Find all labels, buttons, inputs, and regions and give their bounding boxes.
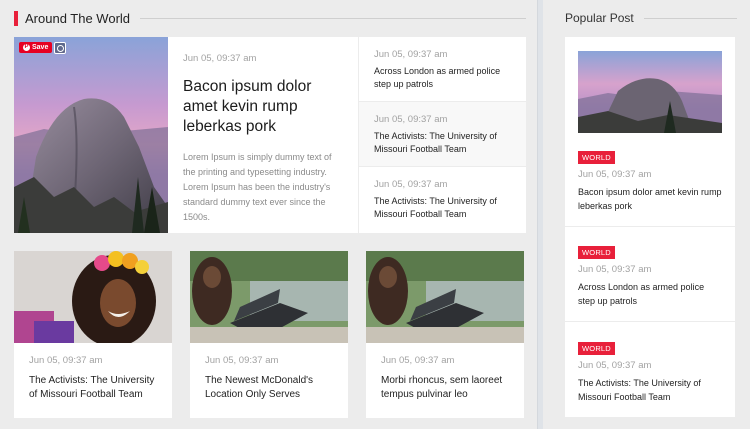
half-dome-photo [578,51,722,133]
card-title[interactable]: The Activists: The University of Missour… [29,374,157,402]
card-date: Jun 05, 09:37 am [381,355,455,366]
pinterest-icon: P [23,44,30,51]
popular-image[interactable] [578,51,722,133]
column-divider [537,0,543,429]
laptop-outdoor-photo [190,251,348,343]
article-card[interactable]: Jun 05, 09:37 am The Newest McDonald's L… [190,251,348,418]
popular-item[interactable]: WORLD Jun 05, 09:37 am Bacon ipsum dolor… [578,147,722,213]
side-article-title[interactable]: Across London as armed police step up pa… [374,65,514,91]
card-image[interactable] [14,251,172,343]
popular-post-header: Popular Post [565,9,737,27]
featured-body: Jun 05, 09:37 am Bacon ipsum dolor amet … [168,37,358,233]
article-card[interactable]: Jun 05, 09:37 am Morbi rhoncus, sem laor… [366,251,524,418]
popular-separator [565,226,735,227]
save-label: Save [32,44,49,51]
article-card[interactable]: Jun 05, 09:37 am The Activists: The Univ… [14,251,172,418]
side-article-date: Jun 05, 09:37 am [374,114,448,125]
popular-date: Jun 05, 09:37 am [578,360,652,371]
popular-date: Jun 05, 09:37 am [578,264,652,275]
featured-excerpt: Lorem Ipsum is simply dummy text of the … [183,152,332,222]
category-badge[interactable]: WORLD [578,151,615,164]
popular-item-title[interactable]: The Activists: The University of Missour… [578,376,722,404]
card-title[interactable]: The Newest McDonald's Location Only Serv… [205,374,333,402]
side-article[interactable]: Jun 05, 09:37 am The Activists: The Univ… [359,102,526,167]
side-article[interactable]: Jun 05, 09:37 am Across London as armed … [359,37,526,102]
popular-item-title[interactable]: Across London as armed police step up pa… [578,280,722,308]
section-title: Around The World [25,10,131,26]
popular-date: Jun 05, 09:37 am [578,169,652,180]
featured-headline[interactable]: Bacon ipsum dolor amet kevin rump leberk… [183,77,344,137]
card-date: Jun 05, 09:37 am [29,355,103,366]
popular-item[interactable]: WORLD Jun 05, 09:37 am Across London as … [578,242,722,308]
featured-date: Jun 05, 09:37 am [183,53,257,64]
popular-item[interactable]: WORLD Jun 05, 09:37 am The Activists: Th… [578,338,722,404]
article-cards: Jun 05, 09:37 am The Activists: The Univ… [14,251,526,418]
side-article-date: Jun 05, 09:37 am [374,179,448,190]
woman-flowers-photo [14,251,172,343]
laptop-outdoor-photo [366,251,524,343]
popular-separator [565,321,735,322]
side-article-date: Jun 05, 09:37 am [374,49,448,60]
popular-title: Popular Post [565,11,634,25]
side-article-list: Jun 05, 09:37 am Across London as armed … [358,37,526,233]
featured-article: P Save Jun 05, 09:37 am Bacon ipsum dolo… [14,37,526,233]
card-date: Jun 05, 09:37 am [205,355,279,366]
visual-search-icon[interactable] [54,42,66,54]
card-image[interactable] [366,251,524,343]
card-image[interactable] [190,251,348,343]
section-accent-bar [14,10,18,26]
side-article-title[interactable]: The Activists: The University of Missour… [374,195,514,221]
pinterest-save-button[interactable]: P Save [19,42,53,53]
popular-divider [643,17,737,19]
category-badge[interactable]: WORLD [578,342,615,355]
half-dome-photo [14,37,168,233]
around-the-world-header: Around The World [14,9,526,27]
category-badge[interactable]: WORLD [578,246,615,259]
section-divider [140,17,526,19]
featured-image[interactable]: P Save [14,37,168,233]
popular-item-title[interactable]: Bacon ipsum dolor amet kevin rump leberk… [578,185,722,213]
side-article-title[interactable]: The Activists: The University of Missour… [374,130,514,156]
popular-post-panel: WORLD Jun 05, 09:37 am Bacon ipsum dolor… [565,37,735,417]
card-title[interactable]: Morbi rhoncus, sem laoreet tempus pulvin… [381,374,509,402]
side-article[interactable]: Jun 05, 09:37 am The Activists: The Univ… [359,167,526,232]
